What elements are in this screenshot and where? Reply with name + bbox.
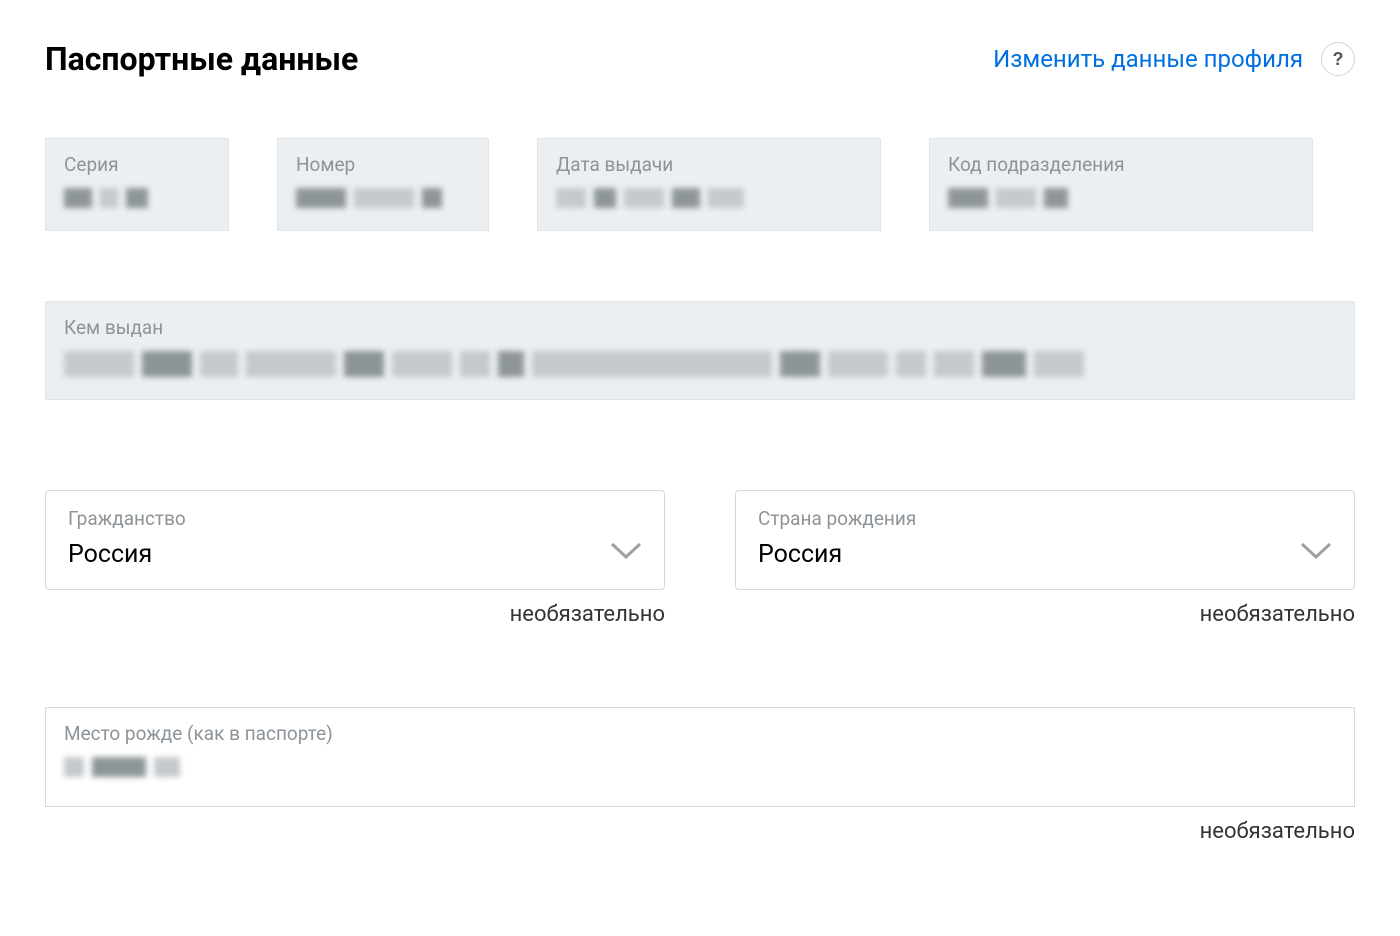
chevron-down-icon: [610, 541, 642, 565]
issue-date-value-redacted: [556, 188, 862, 208]
birthplace-value-redacted: [64, 757, 1336, 777]
passport-top-row: Серия Номер Дата выдачи Код подразделени…: [45, 138, 1355, 231]
number-field[interactable]: Номер: [277, 138, 489, 231]
edit-profile-link[interactable]: Изменить данные профиля: [993, 45, 1303, 73]
series-field[interactable]: Серия: [45, 138, 229, 231]
number-label: Номер: [296, 153, 470, 176]
series-label: Серия: [64, 153, 210, 176]
division-code-value-redacted: [948, 188, 1294, 208]
citizenship-label: Гражданство: [68, 507, 186, 530]
division-code-field[interactable]: Код подразделения: [929, 138, 1313, 231]
division-code-label: Код подразделения: [948, 153, 1294, 176]
citizenship-value: Россия: [68, 540, 186, 569]
birth-country-value: Россия: [758, 540, 916, 569]
birth-country-group: Страна рождения Россия необязательно: [735, 490, 1355, 627]
issue-date-field[interactable]: Дата выдачи: [537, 138, 881, 231]
birthplace-optional-hint: необязательно: [45, 819, 1355, 844]
page-header: Паспортные данные Изменить данные профил…: [45, 40, 1355, 78]
birth-country-optional-hint: необязательно: [735, 602, 1355, 627]
citizenship-select[interactable]: Гражданство Россия: [45, 490, 665, 590]
series-value-redacted: [64, 188, 210, 208]
birthplace-label: Место рожде (как в паспорте): [64, 722, 1336, 745]
citizenship-optional-hint: необязательно: [45, 602, 665, 627]
issued-by-field[interactable]: Кем выдан: [45, 301, 1355, 400]
page-title: Паспортные данные: [45, 40, 358, 78]
citizenship-group: Гражданство Россия необязательно: [45, 490, 665, 627]
birthplace-field[interactable]: Место рожде (как в паспорте): [45, 707, 1355, 807]
question-icon: ?: [1333, 49, 1344, 70]
birth-country-label: Страна рождения: [758, 507, 916, 530]
birth-country-select[interactable]: Страна рождения Россия: [735, 490, 1355, 590]
issued-by-label: Кем выдан: [64, 316, 1336, 339]
issued-by-value-redacted: [64, 351, 1336, 377]
help-button[interactable]: ?: [1321, 42, 1355, 76]
birthplace-group: Место рожде (как в паспорте) необязатель…: [45, 707, 1355, 844]
selects-row: Гражданство Россия необязательно Страна …: [45, 490, 1355, 627]
issue-date-label: Дата выдачи: [556, 153, 862, 176]
chevron-down-icon: [1300, 541, 1332, 565]
number-value-redacted: [296, 188, 470, 208]
header-actions: Изменить данные профиля ?: [993, 42, 1355, 76]
